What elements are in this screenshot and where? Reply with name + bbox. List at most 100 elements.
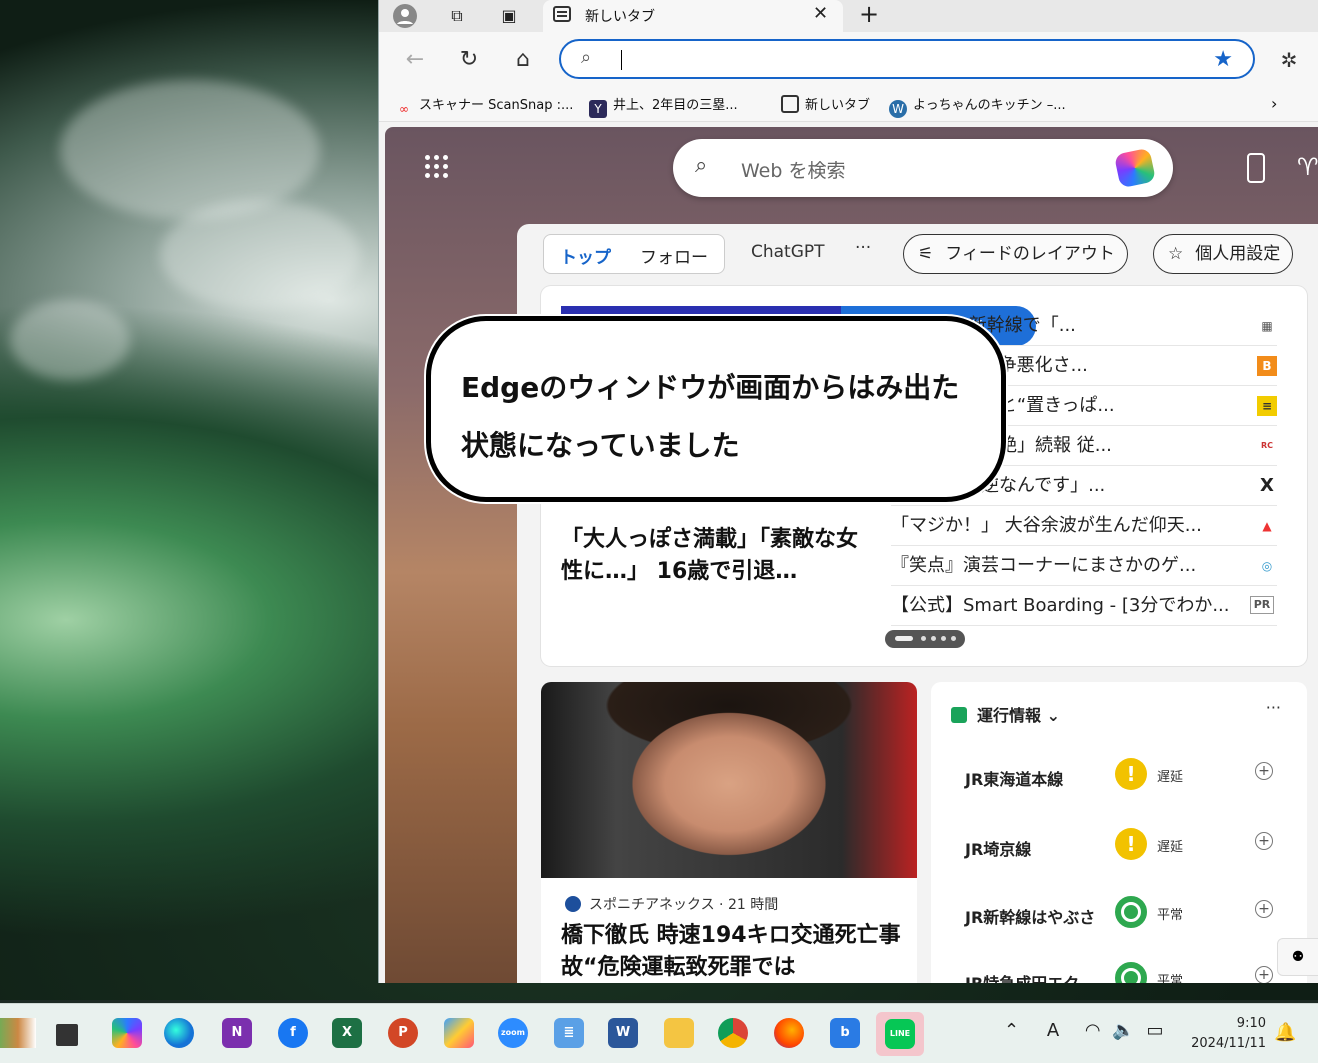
bing-icon[interactable]: b xyxy=(830,1018,860,1048)
extensions-icon[interactable]: ✲ xyxy=(1275,46,1303,74)
paint-icon[interactable] xyxy=(444,1018,474,1048)
refresh-button[interactable]: ↻ xyxy=(455,46,483,74)
callout-text: Edgeのウィンドウが画面からはみ出た 状態になっていました xyxy=(461,371,960,462)
tabs-more-button[interactable]: ··· xyxy=(855,238,871,258)
personalize-button[interactable]: ☆ 個人用設定 xyxy=(1153,234,1294,274)
powerpoint-icon[interactable]: P xyxy=(388,1018,418,1048)
bookmark-new-tab[interactable]: 新しいタブ xyxy=(781,94,870,113)
notepad-icon[interactable]: ≣ xyxy=(554,1018,584,1048)
add-icon[interactable]: + xyxy=(1255,762,1273,780)
tab-strip: ⧉ ▣ 新しいタブ ✕ + xyxy=(379,0,1318,32)
sponichi-logo-icon xyxy=(565,896,581,912)
onenote-icon[interactable]: N xyxy=(222,1018,252,1048)
chevron-down-icon: ⌄ xyxy=(1046,706,1060,725)
tab-chatgpt[interactable]: ChatGPT xyxy=(751,242,825,262)
tab-follow[interactable]: フォロー xyxy=(640,243,708,268)
normal-status-icon xyxy=(1115,962,1147,983)
ime-indicator[interactable]: A xyxy=(1047,1020,1059,1041)
add-icon[interactable]: + xyxy=(1255,832,1273,850)
annotation-callout: Edgeのウィンドウが画面からはみ出た 状態になっていました xyxy=(426,316,1006,502)
chrome-icon[interactable] xyxy=(718,1018,748,1048)
line-taskbar-item[interactable]: LINE xyxy=(876,1012,924,1056)
star-outline-icon: ☆ xyxy=(1168,244,1184,264)
line-icon: LINE xyxy=(885,1019,915,1049)
tab-favicon-icon xyxy=(553,6,571,22)
delay-icon: ! xyxy=(1115,758,1147,790)
home-button[interactable]: ⌂ xyxy=(509,46,537,74)
workspaces-icon[interactable]: ⧉ xyxy=(445,4,469,28)
news-source: スポニチアネックス · 21 時間 xyxy=(565,894,778,914)
tab-new-tab[interactable]: 新しいタブ ✕ xyxy=(543,0,843,32)
web-search-box[interactable]: ⌕ Web を検索 xyxy=(673,139,1173,197)
new-tab-button[interactable]: + xyxy=(859,0,879,28)
taskbar: N f X P zoom ≣ W b LINE ⌃ A ◠ 🔈 ▭ 9:10 2… xyxy=(0,1003,1318,1063)
toolbar: ← ↻ ⌂ ⌕ ★ ✲ xyxy=(379,32,1318,88)
app-launcher-icon[interactable] xyxy=(425,155,449,179)
wifi-icon[interactable]: ◠ xyxy=(1085,1020,1101,1041)
firefox-icon[interactable] xyxy=(774,1018,804,1048)
feedback-icon[interactable]: ⚉ xyxy=(1277,938,1318,976)
add-icon[interactable]: + xyxy=(1255,900,1273,918)
zoom-icon[interactable]: zoom xyxy=(498,1018,528,1048)
source-icon: RC xyxy=(1260,441,1274,450)
battery-icon[interactable]: ▭ xyxy=(1147,1020,1164,1041)
address-bar[interactable]: ⌕ ★ xyxy=(559,39,1255,79)
yahoo-icon: Y xyxy=(589,100,607,118)
transit-more-button[interactable]: ··· xyxy=(1266,698,1281,717)
delay-icon: ! xyxy=(1115,828,1147,860)
search-placeholder: Web を検索 xyxy=(741,160,846,182)
transit-row[interactable]: JR東海道本線 ! 遅延 + xyxy=(965,758,1285,798)
normal-status-icon xyxy=(1115,896,1147,928)
carousel-indicator[interactable] xyxy=(885,630,965,648)
news-card[interactable]: スポニチアネックス · 21 時間 橋下徹氏 時速194キロ交通死亡事故“危険運… xyxy=(541,682,917,983)
phone-icon[interactable] xyxy=(1247,153,1265,183)
tab-actions-icon[interactable]: ▣ xyxy=(497,4,521,28)
chevron-right-icon[interactable]: › xyxy=(1271,94,1277,113)
close-tab-icon[interactable]: ✕ xyxy=(813,3,828,24)
clock[interactable]: 9:10 2024/11/11 xyxy=(1186,1014,1266,1054)
widgets-icon[interactable] xyxy=(0,1018,36,1048)
source-icon: X xyxy=(1260,475,1274,496)
file-explorer-icon[interactable] xyxy=(664,1018,694,1048)
notification-bell-icon[interactable]: 🔔 xyxy=(1274,1022,1296,1043)
add-icon[interactable]: + xyxy=(1255,966,1273,983)
news-title[interactable]: 橋下徹氏 時速194キロ交通死亡事故“危険運転致死罪では xyxy=(561,920,901,983)
transit-row[interactable]: JR埼京線 ! 遅延 + xyxy=(965,828,1285,868)
search-icon: ⌕ xyxy=(695,153,708,178)
feed-layout-button[interactable]: ⚟ フィードのレイアウト xyxy=(903,234,1128,274)
chevron-up-icon[interactable]: ⌃ xyxy=(1004,1020,1019,1041)
headline-item[interactable]: 「マジか！」 大谷余波が生んだ仰天... ▲ xyxy=(891,506,1277,546)
copilot-icon[interactable] xyxy=(112,1018,142,1048)
copilot-icon[interactable] xyxy=(1113,147,1157,189)
word-icon[interactable]: W xyxy=(608,1018,638,1048)
tab-top[interactable]: トップ xyxy=(560,243,611,268)
hero-title[interactable]: 「大人っぽさ満載」「素敵な女性に…」 16歳で引退… xyxy=(561,524,871,588)
headline-item[interactable]: 【公式】Smart Boarding - [3分でわか... PR xyxy=(891,586,1277,626)
wordpress-icon: W xyxy=(889,100,907,118)
transit-card: 運行情報 ⌄ ··· JR東海道本線 ! 遅延 + JR埼京線 ! 遅延 + J… xyxy=(931,682,1307,983)
favorites-bar: ∞ スキャナー ScanSnap :... Y 井上、2年目の三塁... 新しいタブ… xyxy=(379,88,1318,122)
train-icon xyxy=(951,707,967,723)
source-icon: ◎ xyxy=(1261,559,1273,573)
transit-row[interactable]: JR新幹線はやぶさ 平常 + xyxy=(965,896,1285,936)
headline-item[interactable]: 『笑点』演芸コーナーにまさかのゲ... ◎ xyxy=(891,546,1277,586)
back-button[interactable]: ← xyxy=(401,46,429,74)
excel-icon[interactable]: X xyxy=(332,1018,362,1048)
bookmark-inoue[interactable]: Y 井上、2年目の三塁... xyxy=(589,94,738,118)
transit-title[interactable]: 運行情報 ⌄ xyxy=(951,702,1060,726)
task-view-icon[interactable] xyxy=(56,1024,78,1046)
volume-icon[interactable]: 🔈 xyxy=(1112,1020,1134,1041)
rewards-icon[interactable]: ♈ xyxy=(1297,153,1318,181)
bookmark-scansnap[interactable]: ∞ スキャナー ScanSnap :... xyxy=(395,94,573,118)
source-icon: ▲ xyxy=(1262,519,1272,533)
source-icon: ≡ xyxy=(1257,396,1277,416)
news-photo xyxy=(541,682,917,878)
transit-row[interactable]: JR特急成田エク... 平常 + xyxy=(965,962,1285,983)
tab-title: 新しいタブ xyxy=(585,9,655,25)
facebook-icon[interactable]: f xyxy=(278,1018,308,1048)
profile-icon[interactable] xyxy=(393,4,417,28)
search-icon: ⌕ xyxy=(581,47,592,68)
edge-icon[interactable] xyxy=(164,1018,194,1048)
bookmark-kitchen[interactable]: W よっちゃんのキッチン –... xyxy=(889,94,1066,118)
favorite-star-icon[interactable]: ★ xyxy=(1213,47,1233,72)
